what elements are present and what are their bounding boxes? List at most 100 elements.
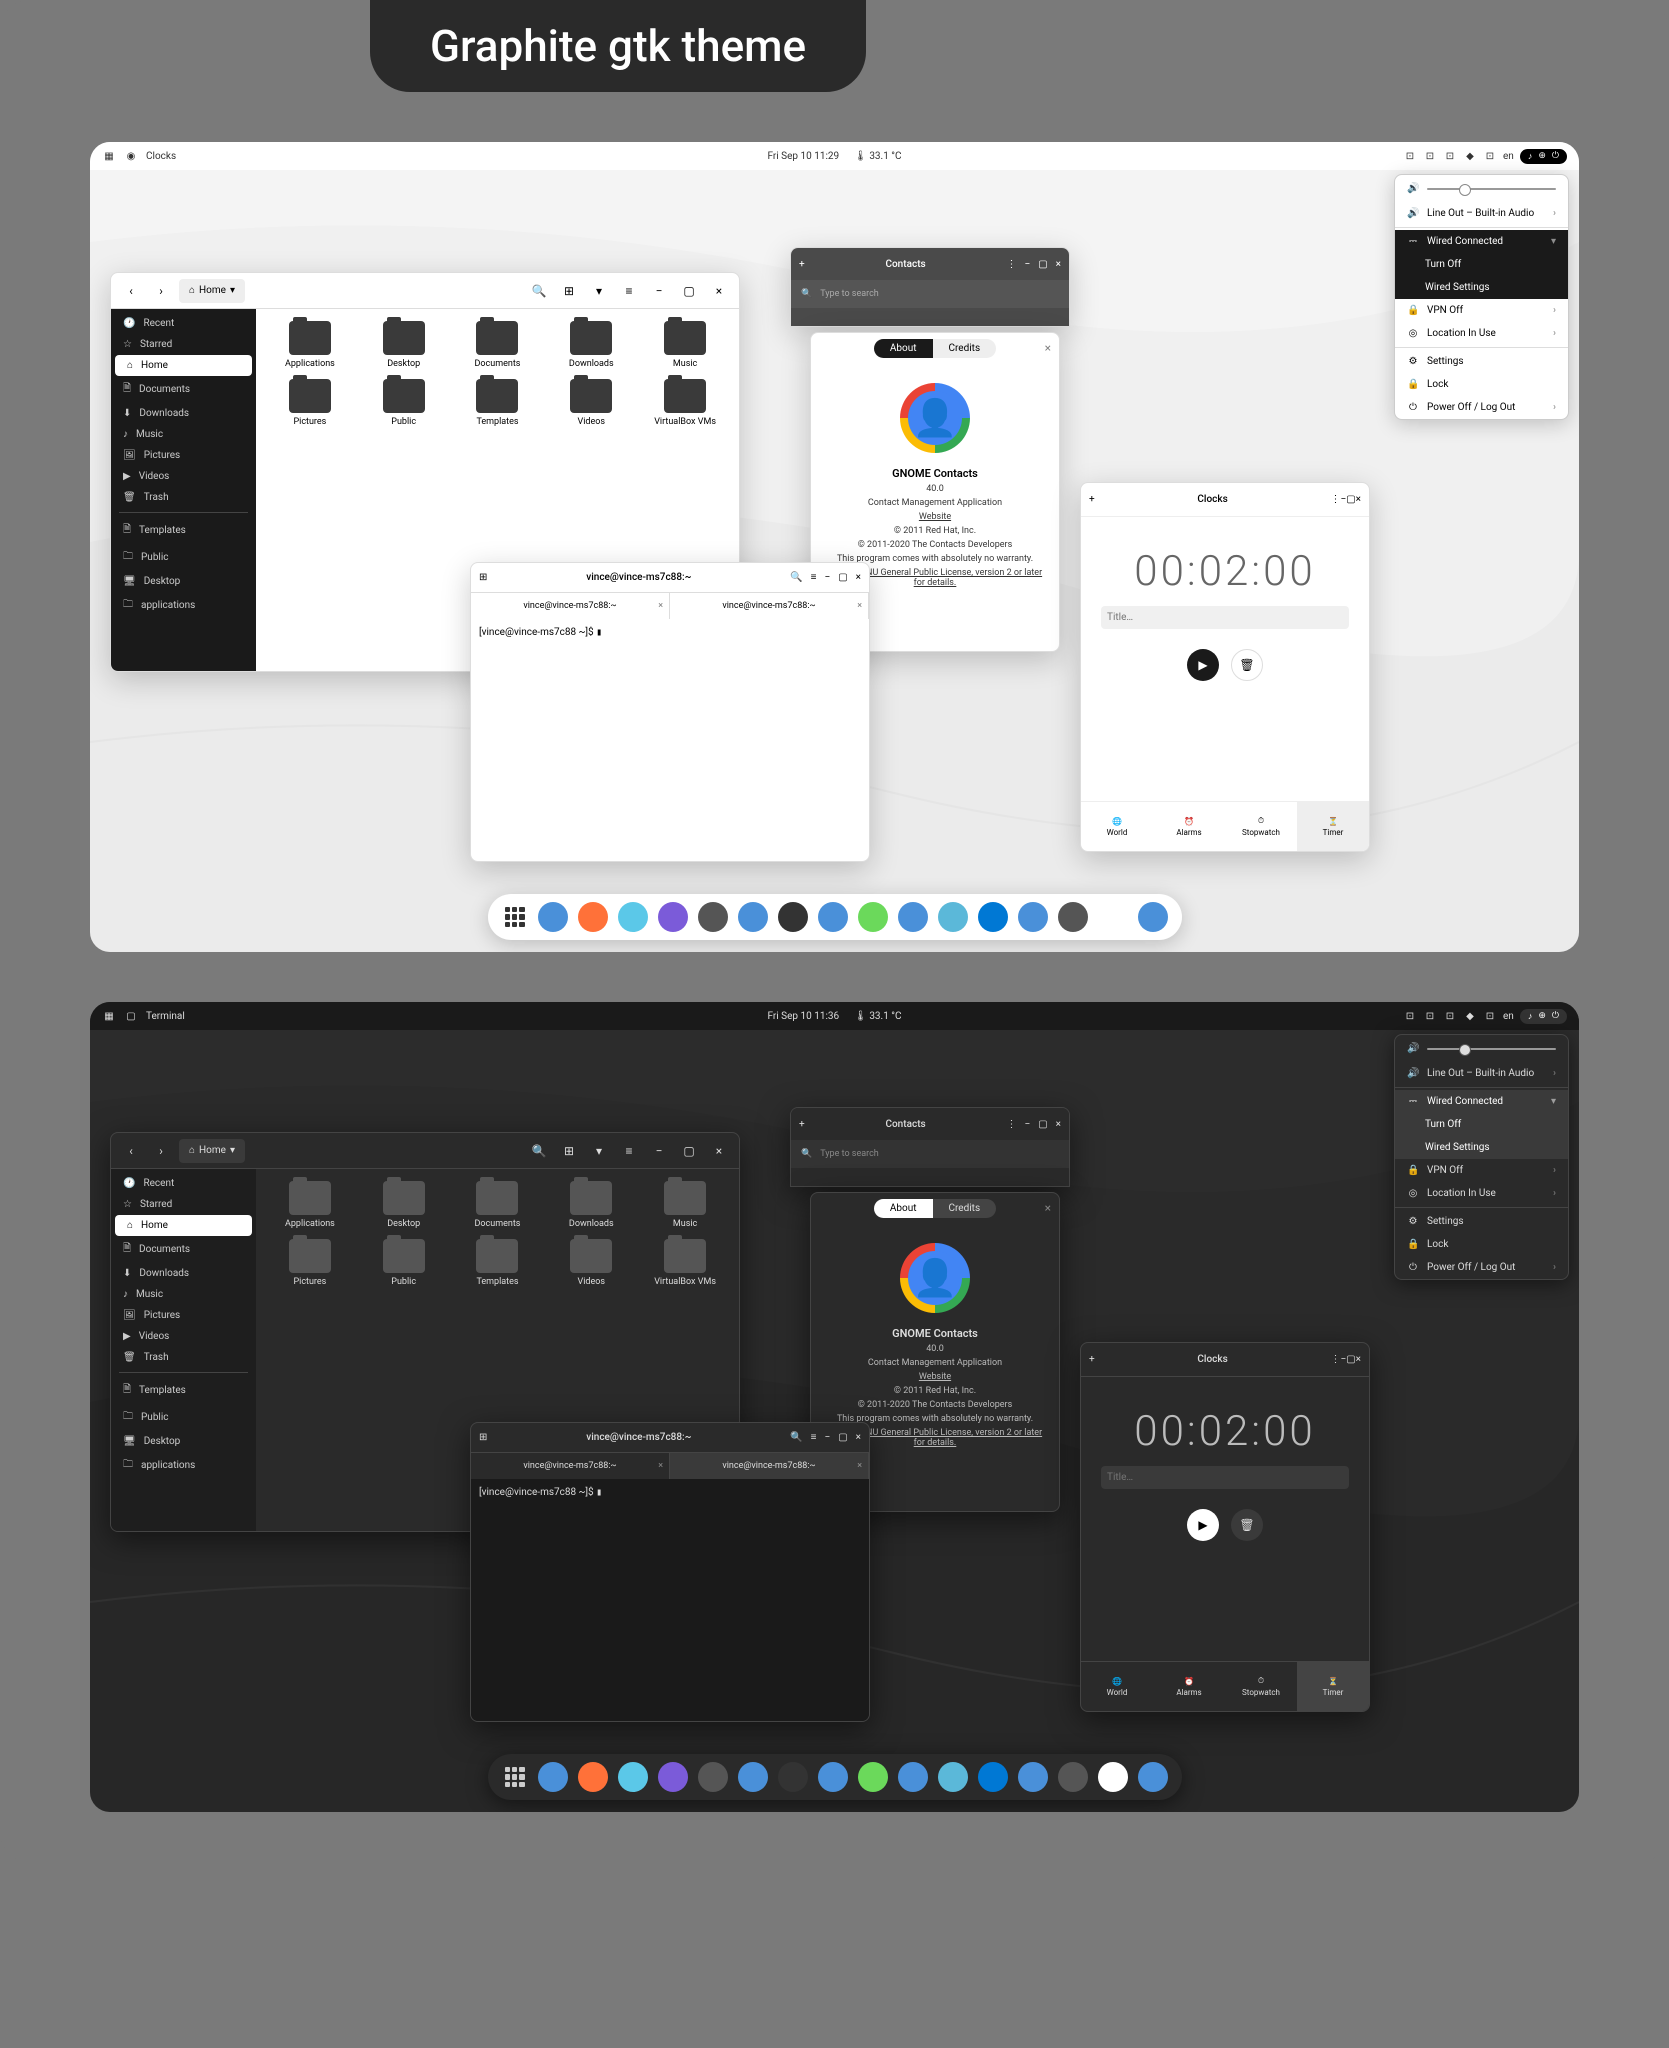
sidebar-item-starred[interactable]: ☆Starred — [111, 1194, 256, 1215]
menu-icon[interactable]: ≡ — [617, 1139, 641, 1163]
close-button[interactable]: × — [856, 572, 861, 583]
tab-about[interactable]: About — [874, 1199, 933, 1218]
dock-app-icon[interactable] — [778, 1762, 808, 1792]
turnoff-row[interactable]: Turn Off — [1395, 253, 1568, 276]
folder-pictures[interactable]: Pictures — [268, 1239, 352, 1287]
dock-app-icon[interactable] — [978, 902, 1008, 932]
volume-slider[interactable] — [1427, 1048, 1556, 1050]
menu-icon[interactable]: ≡ — [811, 572, 817, 583]
maximize-button[interactable]: ▢ — [1038, 259, 1047, 270]
wired-settings-row[interactable]: Wired Settings — [1395, 276, 1568, 299]
location-row[interactable]: ◎Location In Use› — [1395, 322, 1568, 345]
folder-downloads[interactable]: Downloads — [549, 321, 633, 369]
terminal-output[interactable]: [vince@vince-ms7c88 ~]$ ▮ — [471, 619, 869, 861]
timer-title-input[interactable] — [1101, 1466, 1349, 1489]
sidebar-item-pictures[interactable]: 🖼Pictures — [111, 445, 256, 466]
dock-app-icon[interactable] — [818, 1762, 848, 1792]
close-button[interactable]: × — [707, 279, 731, 303]
dock-app-icon[interactable] — [778, 902, 808, 932]
search-icon[interactable]: 🔍 — [790, 1432, 802, 1443]
sidebar-item-downloads[interactable]: ⬇Downloads — [111, 403, 256, 424]
close-button[interactable]: × — [1056, 1119, 1061, 1130]
tab-world[interactable]: 🌐World — [1081, 802, 1153, 851]
tab-credits[interactable]: Credits — [933, 1199, 997, 1218]
menu-icon[interactable]: ⋮ — [1330, 1354, 1340, 1365]
dock-app-icon[interactable] — [1138, 902, 1168, 932]
folder-applications[interactable]: Applications — [268, 321, 352, 369]
dock-app-icon[interactable] — [1058, 1762, 1088, 1792]
close-button[interactable]: × — [1356, 1354, 1361, 1365]
sidebar-item-starred[interactable]: ☆Starred — [111, 334, 256, 355]
new-tab-icon[interactable]: ⊞ — [479, 1432, 487, 1443]
dock-app-icon[interactable] — [1058, 902, 1088, 932]
folder-music[interactable]: Music — [643, 1181, 727, 1229]
dock-app-icon[interactable] — [738, 1762, 768, 1792]
terminal-tab[interactable]: vince@vince-ms7c88:~× — [670, 593, 869, 619]
wired-row[interactable]: ⎓Wired Connected▾ — [1395, 230, 1568, 253]
dock-app-icon[interactable] — [658, 1762, 688, 1792]
maximize-button[interactable]: ▢ — [1346, 1354, 1355, 1365]
back-button[interactable]: ‹ — [119, 1139, 143, 1163]
sidebar-item-documents[interactable]: 🗎Documents — [111, 376, 256, 403]
sidebar-item-templates[interactable]: 🗎Templates — [111, 1377, 256, 1404]
tab-stopwatch[interactable]: ⏱Stopwatch — [1225, 802, 1297, 851]
tab-credits[interactable]: Credits — [933, 339, 997, 358]
sidebar-item-public[interactable]: 🗀Public — [111, 1404, 256, 1431]
menu-icon[interactable]: ⋮ — [1006, 1119, 1016, 1130]
sidebar-item-downloads[interactable]: ⬇Downloads — [111, 1263, 256, 1284]
sidebar-item-home[interactable]: ⌂Home — [115, 1215, 252, 1236]
play-button[interactable]: ▶ — [1187, 1509, 1219, 1541]
website-link[interactable]: Website — [823, 512, 1047, 522]
dock-app-icon[interactable] — [818, 902, 848, 932]
dropdown-icon[interactable]: ▾ — [587, 1139, 611, 1163]
menu-icon[interactable]: ⋮ — [1006, 259, 1016, 270]
maximize-button[interactable]: ▢ — [1038, 1119, 1047, 1130]
dock-app-icon[interactable] — [858, 1762, 888, 1792]
folder-documents[interactable]: Documents — [456, 321, 540, 369]
menu-icon[interactable]: ≡ — [617, 279, 641, 303]
folder-downloads[interactable]: Downloads — [549, 1181, 633, 1229]
dock-app-icon[interactable] — [1138, 1762, 1168, 1792]
dock-app-icon[interactable] — [578, 902, 608, 932]
folder-templates[interactable]: Templates — [456, 379, 540, 427]
new-tab-icon[interactable]: ⊞ — [479, 572, 487, 583]
folder-videos[interactable]: Videos — [549, 379, 633, 427]
apps-grid-icon[interactable] — [502, 1764, 528, 1790]
sidebar-item-recent[interactable]: 🕐Recent — [111, 313, 256, 334]
sidebar-item-recent[interactable]: 🕐Recent — [111, 1173, 256, 1194]
dock-app-icon[interactable] — [658, 902, 688, 932]
system-menu-trigger[interactable]: ♪⊕⏻ — [1520, 149, 1567, 164]
dock-app-icon[interactable] — [1018, 1762, 1048, 1792]
vpn-row[interactable]: 🔒VPN Off› — [1395, 1159, 1568, 1182]
close-button[interactable]: × — [1056, 259, 1061, 270]
close-button[interactable]: × — [1045, 1201, 1051, 1215]
tab-world[interactable]: 🌐World — [1081, 1662, 1153, 1711]
sidebar-item-home[interactable]: ⌂Home — [115, 355, 252, 376]
maximize-button[interactable]: ▢ — [838, 572, 847, 583]
dock-app-icon[interactable] — [578, 1762, 608, 1792]
view-icon[interactable]: ⊞ — [557, 279, 581, 303]
minimize-button[interactable]: − — [824, 572, 830, 583]
add-button[interactable]: + — [799, 259, 805, 270]
dock-app-icon[interactable] — [538, 902, 568, 932]
sidebar-item-videos[interactable]: ▶Videos — [111, 1326, 256, 1347]
folder-desktop[interactable]: Desktop — [362, 1181, 446, 1229]
location-row[interactable]: ◎Location In Use› — [1395, 1182, 1568, 1205]
folder-videos[interactable]: Videos — [549, 1239, 633, 1287]
folder-documents[interactable]: Documents — [456, 1181, 540, 1229]
dock-app-icon[interactable] — [698, 902, 728, 932]
terminal-tab[interactable]: vince@vince-ms7c88:~× — [670, 1453, 869, 1479]
folder-virtualbox-vms[interactable]: VirtualBox VMs — [643, 1239, 727, 1287]
delete-button[interactable]: 🗑 — [1231, 1509, 1263, 1541]
forward-button[interactable]: › — [149, 1139, 173, 1163]
sidebar-item-desktop[interactable]: 🖥Desktop — [111, 571, 256, 592]
power-row[interactable]: ⏻Power Off / Log Out› — [1395, 396, 1568, 419]
dock-app-icon[interactable] — [698, 1762, 728, 1792]
dropdown-icon[interactable]: ▾ — [587, 279, 611, 303]
sidebar-item-applications[interactable]: 🗀applications — [111, 1452, 256, 1479]
sidebar-item-trash[interactable]: 🗑Trash — [111, 487, 256, 508]
delete-button[interactable]: 🗑 — [1231, 649, 1263, 681]
menu-icon[interactable]: ≡ — [811, 1432, 817, 1443]
search-icon[interactable]: 🔍 — [527, 1139, 551, 1163]
terminal-tab[interactable]: vince@vince-ms7c88:~× — [471, 1453, 670, 1479]
